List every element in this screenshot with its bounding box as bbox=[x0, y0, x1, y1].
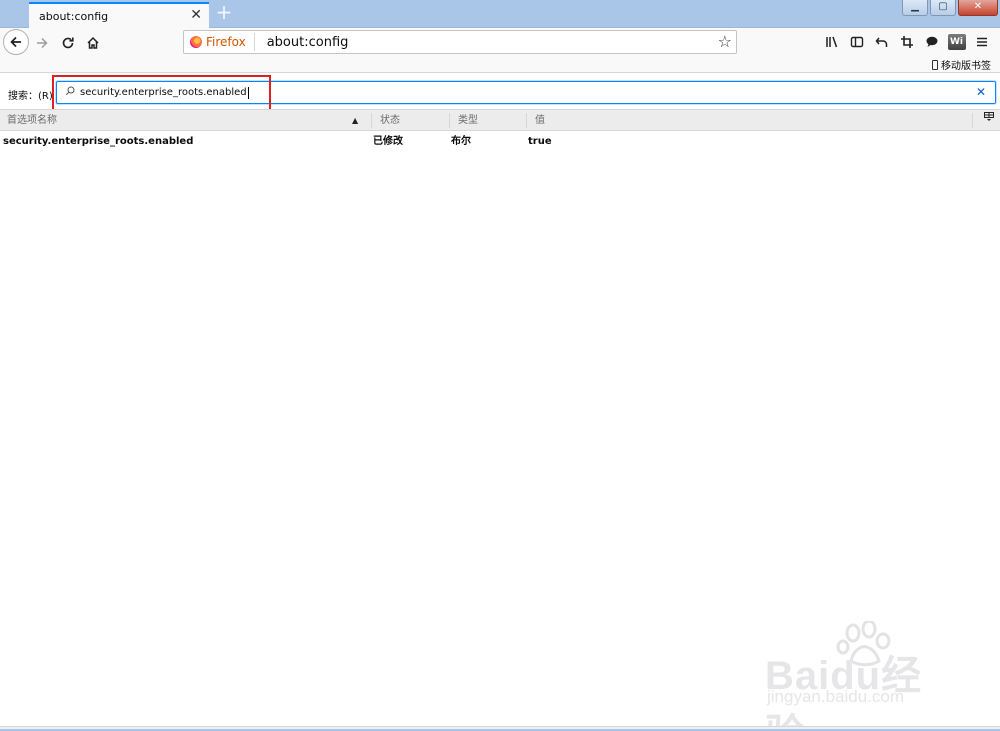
close-tab-icon[interactable]: ✕ bbox=[190, 8, 202, 22]
clear-icon[interactable]: ✕ bbox=[976, 85, 986, 99]
minimize-icon: ▁ bbox=[911, 1, 919, 12]
sidebar-button[interactable] bbox=[844, 31, 869, 53]
tab-strip: about:config ✕ + ▁ ▢ ✕ bbox=[0, 0, 1000, 28]
search-label: 搜索：(R) bbox=[8, 91, 53, 102]
star-icon[interactable]: ☆ bbox=[718, 32, 732, 51]
chat-icon bbox=[926, 36, 937, 47]
undo-button[interactable] bbox=[869, 31, 894, 53]
crop-button[interactable] bbox=[894, 31, 919, 53]
url-text[interactable]: about:config bbox=[267, 35, 349, 50]
baidu-watermark: Baidu经验 jingyan.baidu.com bbox=[765, 621, 955, 731]
undo-icon bbox=[875, 37, 887, 47]
about-config-page: 搜索：(R) security.enterprise_roots.enabled… bbox=[0, 72, 1000, 731]
chat-button[interactable] bbox=[919, 31, 944, 53]
mobile-bookmarks-button[interactable]: 移动版书签 bbox=[932, 57, 991, 72]
table-header: 首选项名称 ▲ 状态 类型 值 bbox=[0, 109, 1000, 131]
reload-button[interactable] bbox=[56, 31, 80, 55]
identity-box[interactable]: Firefox bbox=[184, 33, 255, 51]
phone-icon bbox=[932, 59, 938, 70]
forward-arrow-icon bbox=[37, 37, 48, 49]
pref-name-cell: security.enterprise_roots.enabled bbox=[3, 136, 194, 147]
table-row[interactable]: security.enterprise_roots.enabled 已修改 布尔… bbox=[0, 132, 1000, 151]
url-bar[interactable]: Firefox about:config ☆ bbox=[183, 30, 737, 54]
maximize-button[interactable]: ▢ bbox=[930, 0, 956, 16]
tab-about-config[interactable]: about:config ✕ bbox=[29, 2, 209, 28]
home-icon bbox=[87, 36, 99, 49]
close-icon: ✕ bbox=[973, 1, 983, 12]
firefox-logo-icon bbox=[190, 36, 202, 48]
reload-icon bbox=[62, 37, 74, 49]
search-row: 搜索：(R) security.enterprise_roots.enabled… bbox=[0, 75, 1000, 123]
column-header-name[interactable]: 首选项名称 bbox=[0, 110, 370, 131]
menu-icon bbox=[976, 37, 987, 47]
identity-label: Firefox bbox=[206, 35, 246, 49]
column-divider bbox=[972, 113, 973, 128]
window-controls: ▁ ▢ ✕ bbox=[902, 0, 998, 16]
column-header-value[interactable]: 值 bbox=[528, 110, 968, 131]
minimize-button[interactable]: ▁ bbox=[902, 0, 928, 16]
sort-ascending-icon[interactable]: ▲ bbox=[352, 110, 358, 131]
column-divider bbox=[449, 113, 450, 128]
column-divider bbox=[526, 113, 527, 128]
pref-value-cell: true bbox=[528, 136, 552, 147]
navigation-toolbar: Firefox about:config ☆ Wi bbox=[0, 28, 1000, 57]
wifi-button[interactable]: Wi bbox=[944, 31, 969, 53]
close-window-button[interactable]: ✕ bbox=[958, 0, 998, 16]
pref-status-cell: 已修改 bbox=[373, 136, 403, 147]
wifi-icon: Wi bbox=[947, 34, 966, 50]
sidebar-icon bbox=[850, 36, 863, 48]
crop-icon bbox=[900, 36, 913, 48]
menu-button[interactable] bbox=[969, 31, 994, 53]
bookmarks-toolbar: 移动版书签 bbox=[0, 57, 1000, 72]
library-button[interactable] bbox=[819, 31, 844, 53]
forward-button[interactable] bbox=[30, 31, 54, 55]
column-header-status[interactable]: 状态 bbox=[373, 110, 449, 131]
column-header-type[interactable]: 类型 bbox=[451, 110, 526, 131]
toolbar-icons: Wi bbox=[819, 31, 994, 53]
column-divider bbox=[371, 113, 372, 128]
mobile-bookmarks-label: 移动版书签 bbox=[941, 61, 991, 72]
column-picker-icon[interactable] bbox=[978, 110, 1000, 131]
tab-title: about:config bbox=[39, 9, 109, 23]
watermark-url: jingyan.baidu.com bbox=[767, 687, 905, 706]
maximize-icon: ▢ bbox=[938, 1, 948, 12]
new-tab-button[interactable]: + bbox=[213, 2, 235, 24]
home-button[interactable] bbox=[81, 31, 105, 55]
library-icon bbox=[825, 36, 837, 48]
back-arrow-icon bbox=[10, 36, 21, 48]
back-button[interactable] bbox=[3, 29, 29, 55]
pref-type-cell: 布尔 bbox=[451, 136, 471, 147]
